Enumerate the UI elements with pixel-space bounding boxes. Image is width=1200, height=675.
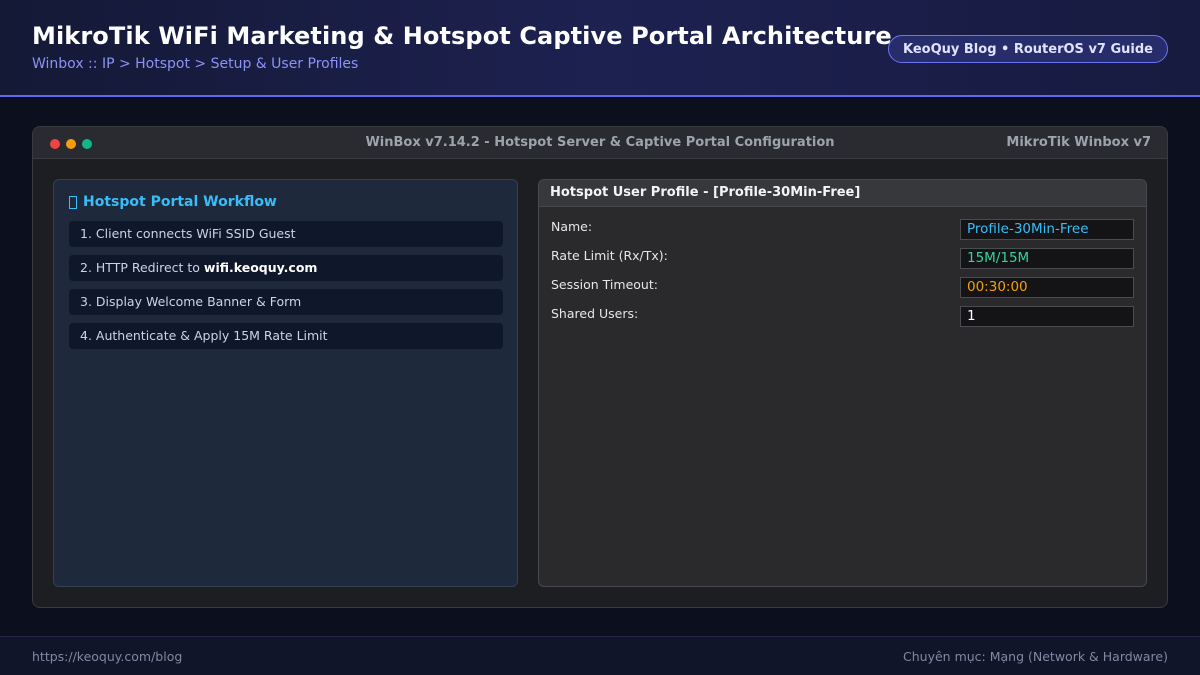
name-label: Name: — [551, 219, 593, 234]
user-profile-panel: Hotspot User Profile - [Profile-30Min-Fr… — [538, 179, 1147, 587]
category-label: Chuyên mục: Mạng (Network & Hardware) — [903, 649, 1168, 664]
box-icon — [69, 195, 77, 209]
winbox-window: WinBox v7.14.2 - Hotspot Server & Captiv… — [32, 126, 1168, 608]
workflow-step-2: 2. HTTP Redirect to wifi.keoquy.com — [69, 255, 503, 281]
workflow-heading: Hotspot Portal Workflow — [69, 194, 277, 210]
blog-badge: KeoQuy Blog • RouterOS v7 Guide — [888, 35, 1168, 63]
page-title: MikroTik WiFi Marketing & Hotspot Captiv… — [32, 22, 892, 50]
workflow-step-4: 4. Authenticate & Apply 15M Rate Limit — [69, 323, 503, 349]
page-header: MikroTik WiFi Marketing & Hotspot Captiv… — [0, 0, 1200, 97]
profile-header: Hotspot User Profile - [Profile-30Min-Fr… — [539, 180, 1146, 207]
name-field[interactable]: Profile-30Min-Free — [960, 219, 1134, 240]
rate-limit-field[interactable]: 15M/15M — [960, 248, 1134, 269]
window-titlebar: WinBox v7.14.2 - Hotspot Server & Captiv… — [33, 127, 1167, 159]
workflow-panel: Hotspot Portal Workflow 1. Client connec… — [53, 179, 518, 587]
breadcrumb: Winbox :: IP > Hotspot > Setup & User Pr… — [32, 56, 359, 72]
workflow-step-3: 3. Display Welcome Banner & Form — [69, 289, 503, 315]
rate-limit-label: Rate Limit (Rx/Tx): — [551, 248, 668, 263]
window-title: WinBox v7.14.2 - Hotspot Server & Captiv… — [365, 135, 835, 150]
window-brand: MikroTik Winbox v7 — [1006, 135, 1151, 150]
workflow-step-2-text: 2. HTTP Redirect to — [80, 260, 204, 275]
session-timeout-field[interactable]: 00:30:00 — [960, 277, 1134, 298]
session-timeout-label: Session Timeout: — [551, 277, 658, 292]
page-footer: https://keoquy.com/blog Chuyên mục: Mạng… — [0, 636, 1200, 675]
blog-url-link[interactable]: https://keoquy.com/blog — [32, 649, 182, 664]
shared-users-field[interactable]: 1 — [960, 306, 1134, 327]
shared-users-label: Shared Users: — [551, 306, 639, 321]
workflow-step-1: 1. Client connects WiFi SSID Guest — [69, 221, 503, 247]
workflow-heading-label: Hotspot Portal Workflow — [83, 194, 277, 210]
workflow-step-2-domain: wifi.keoquy.com — [203, 260, 318, 275]
